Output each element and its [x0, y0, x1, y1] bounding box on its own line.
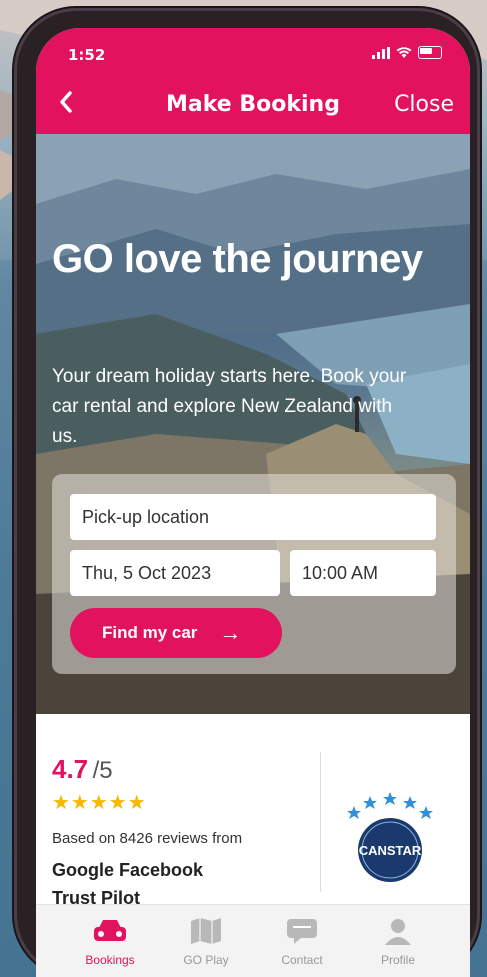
- find-my-car-button[interactable]: Find my car →: [70, 608, 282, 658]
- tab-bar: Bookings GO Play Contact Profile: [36, 904, 470, 977]
- review-sources-line1: Google Facebook: [52, 860, 204, 880]
- booking-form: Pick-up location Thu, 5 Oct 2023 10:00 A…: [52, 474, 456, 674]
- rating-score: 4.7 /5: [52, 754, 113, 785]
- battery-icon: [418, 46, 442, 59]
- rating-out-of: /5: [92, 757, 113, 784]
- divider: [320, 752, 321, 892]
- pickup-date-input[interactable]: Thu, 5 Oct 2023: [70, 550, 280, 596]
- tab-contact-label: Contact: [281, 953, 323, 967]
- chat-icon: [287, 919, 317, 944]
- rating-value: 4.7: [52, 754, 89, 784]
- nav-bar: Make Booking Close: [36, 78, 470, 134]
- hero-subtitle: Your dream holiday starts here. Book you…: [52, 366, 407, 447]
- signal-icon: [372, 46, 390, 59]
- tab-go-play[interactable]: GO Play: [166, 917, 246, 967]
- canstar-award-badge: CANSTAR: [347, 792, 433, 882]
- arrow-right-icon: →: [219, 620, 242, 645]
- map-icon: [191, 918, 221, 944]
- tab-bookings-label: Bookings: [85, 953, 135, 967]
- pickup-location-input[interactable]: Pick-up location: [70, 494, 436, 540]
- tab-profile-label: Profile: [380, 953, 415, 967]
- find-my-car-label: Find my car: [102, 623, 198, 642]
- tab-profile[interactable]: Profile: [358, 917, 438, 967]
- car-icon: [94, 920, 126, 941]
- app-screen: 1:52 Make Booking Close GO love the jour…: [36, 28, 470, 977]
- status-icons: [372, 46, 442, 59]
- pickup-time-input[interactable]: 10:00 AM: [290, 550, 436, 596]
- hero-banner: GO love the journey Your dream holiday s…: [36, 134, 470, 714]
- tab-bookings[interactable]: Bookings: [70, 917, 150, 967]
- canstar-label: CANSTAR: [359, 843, 422, 858]
- status-time: 1:52: [68, 46, 106, 64]
- hero-title: GO love the journey: [52, 237, 423, 281]
- wifi-icon: [396, 46, 412, 58]
- reviews-based-on: Based on 8426 reviews from: [52, 830, 243, 847]
- tab-contact[interactable]: Contact: [262, 917, 342, 967]
- star-rating-icon: ★★★★★: [52, 790, 147, 814]
- person-icon: [385, 919, 411, 945]
- reviews-section: 4.7 /5 ★★★★★ Based on 8426 reviews from …: [36, 714, 470, 908]
- tab-go-play-label: GO Play: [183, 953, 229, 967]
- status-bar: 1:52: [36, 28, 470, 78]
- close-button[interactable]: Close: [394, 92, 454, 117]
